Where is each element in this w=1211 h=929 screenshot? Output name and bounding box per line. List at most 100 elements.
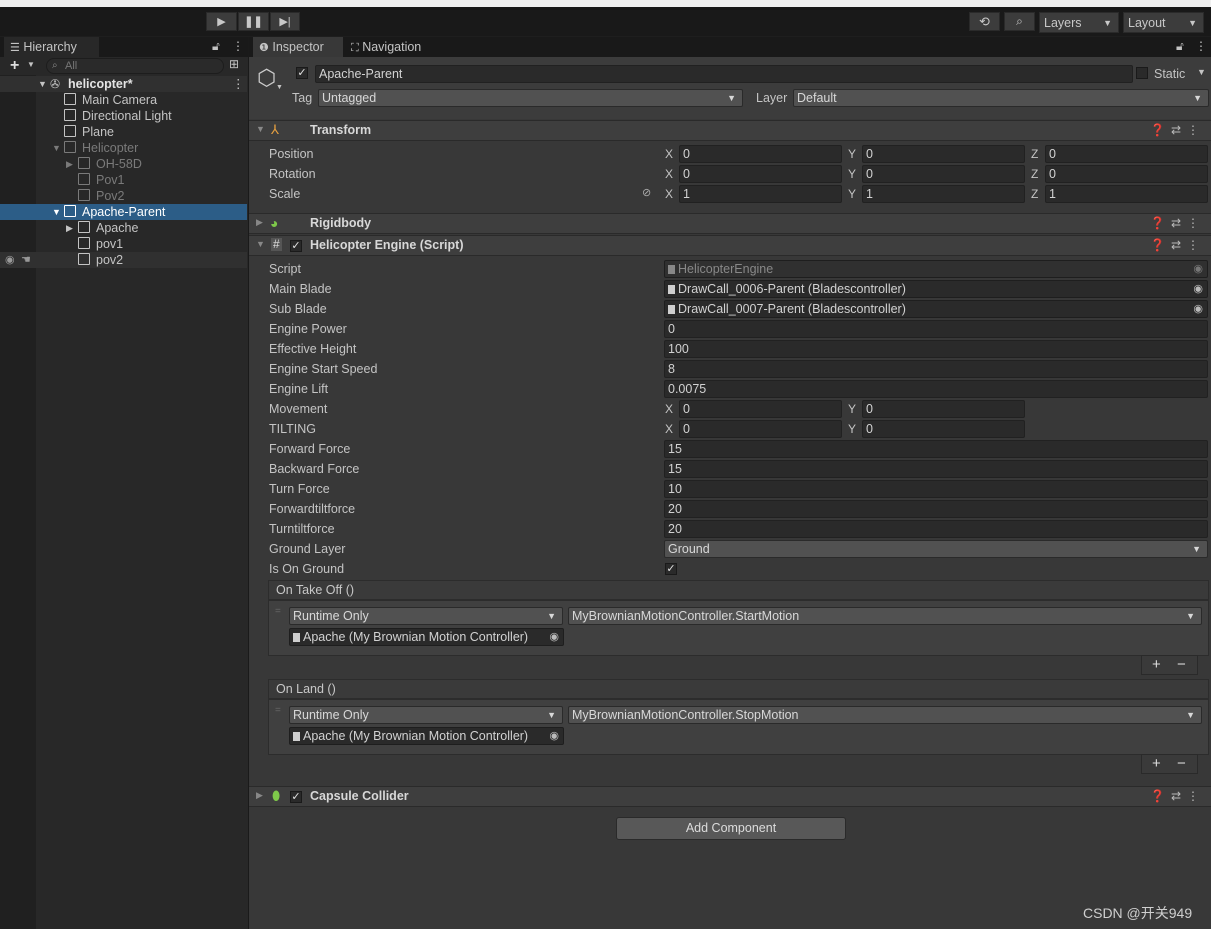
chevron-down-icon[interactable]: ▼ — [276, 84, 283, 91]
scale-x-field[interactable]: 1 — [679, 185, 842, 203]
runtime-mode-dropdown[interactable]: Runtime Only ▼ — [289, 706, 563, 724]
chevron-down-icon[interactable]: ▼ — [52, 204, 61, 220]
chevron-down-icon[interactable]: ▼ — [1197, 67, 1206, 77]
engine-start-speed-field[interactable]: 8 — [664, 360, 1208, 378]
tilting-x-field[interactable]: 0 — [679, 420, 842, 438]
rotation-y-field[interactable]: 0 — [862, 165, 1025, 183]
chevron-down-icon[interactable]: ▼ — [27, 60, 35, 69]
effective-height-field[interactable]: 100 — [664, 340, 1208, 358]
list-item[interactable]: Main Camera — [0, 92, 247, 108]
add-icon[interactable]: + — [1152, 656, 1161, 674]
layout-dropdown[interactable]: Layout ▼ — [1123, 12, 1204, 33]
runtime-mode-dropdown[interactable]: Runtime Only ▼ — [289, 607, 563, 625]
component-header-icons[interactable]: ❓⇄⋮ — [1150, 789, 1205, 803]
drag-handle-icon[interactable]: = — [275, 705, 281, 716]
list-item[interactable]: Pov2 — [0, 188, 247, 204]
remove-icon[interactable]: − — [1177, 656, 1186, 674]
list-item[interactable]: Directional Light — [0, 108, 247, 124]
static-checkbox[interactable] — [1136, 67, 1148, 79]
turntiltforce-field[interactable]: 20 — [664, 520, 1208, 538]
remove-icon[interactable]: − — [1177, 755, 1186, 773]
transform-header[interactable]: ▼ ⅄ Transform ❓⇄⋮ — [249, 120, 1211, 141]
engine-power-field[interactable]: 0 — [664, 320, 1208, 338]
rotation-z-field[interactable]: 0 — [1045, 165, 1208, 183]
enabled-checkbox[interactable]: ✓ — [290, 791, 302, 803]
scene-row[interactable]: ▼ ✇ helicopter* ⋮ — [0, 76, 247, 92]
object-picker-icon[interactable]: ◉ — [1193, 281, 1203, 297]
eye-hidden-icon[interactable]: ◉ — [5, 252, 15, 268]
component-header-icons[interactable]: ❓⇄⋮ — [1150, 123, 1205, 137]
tilting-y-field[interactable]: 0 — [862, 420, 1025, 438]
drag-handle-icon[interactable]: = — [275, 606, 281, 617]
history-button[interactable]: ⟲ — [969, 12, 1000, 31]
layers-dropdown[interactable]: Layers ▼ — [1039, 12, 1119, 33]
list-item[interactable]: ▶ OH-58D — [0, 156, 247, 172]
chevron-right-icon[interactable]: ▶ — [66, 220, 73, 236]
lock-icon[interactable]: 🔓︎ — [1176, 39, 1184, 54]
layer-dropdown[interactable]: Default ▼ — [793, 89, 1209, 107]
forwardtiltforce-field[interactable]: 20 — [664, 500, 1208, 518]
target-object-field[interactable]: Apache (My Brownian Motion Controller) ◉ — [289, 628, 564, 646]
constrain-proportions-icon[interactable]: ⊘ — [642, 186, 651, 199]
capsule-collider-header[interactable]: ▶ ⬮ ✓ Capsule Collider ❓⇄⋮ — [249, 786, 1211, 807]
list-item[interactable]: pov1 — [0, 236, 247, 252]
engine-lift-field[interactable]: 0.0075 — [664, 380, 1208, 398]
list-item[interactable]: ▼ Apache-Parent — [0, 204, 247, 220]
object-picker-icon[interactable]: ◉ — [1193, 301, 1203, 317]
list-item[interactable]: Pov1 — [0, 172, 247, 188]
list-item[interactable]: ◉ ☚ pov2 — [0, 252, 247, 268]
scale-y-field[interactable]: 1 — [862, 185, 1025, 203]
component-header-icons[interactable]: ❓⇄⋮ — [1150, 238, 1205, 252]
list-item[interactable]: Plane — [0, 124, 247, 140]
lock-icon[interactable]: 🔓︎ — [212, 39, 220, 54]
list-item[interactable]: ▶ Apache — [0, 220, 247, 236]
object-name-field[interactable]: Apache-Parent — [315, 65, 1133, 83]
step-button[interactable]: ▶| — [270, 12, 300, 31]
ground-layer-dropdown[interactable]: Ground ▼ — [664, 540, 1208, 558]
tab-navigation[interactable]: ⛶ Navigation — [345, 37, 435, 57]
movement-x-field[interactable]: 0 — [679, 400, 842, 418]
more-menu-icon[interactable]: ⋮ — [232, 76, 245, 92]
object-picker-icon[interactable]: ◉ — [549, 728, 559, 744]
scale-z-field[interactable]: 1 — [1045, 185, 1208, 203]
enabled-checkbox[interactable]: ✓ — [290, 240, 302, 252]
is-on-ground-checkbox[interactable]: ✓ — [665, 563, 677, 575]
more-menu-icon[interactable]: ⋮ — [1195, 39, 1207, 53]
chevron-down-icon[interactable]: ▼ — [256, 124, 265, 134]
backward-force-field[interactable]: 15 — [664, 460, 1208, 478]
pickable-icon[interactable]: ☚ — [21, 252, 31, 268]
play-button[interactable]: ▶ — [206, 12, 237, 31]
pause-button[interactable]: ❚❚ — [238, 12, 269, 31]
rigidbody-header[interactable]: ▶ ◕ Rigidbody ❓⇄⋮ — [249, 213, 1211, 234]
target-object-field[interactable]: Apache (My Brownian Motion Controller) ◉ — [289, 727, 564, 745]
turn-force-field[interactable]: 10 — [664, 480, 1208, 498]
scene-visibility-icon[interactable]: ⊞ — [229, 57, 239, 71]
tag-dropdown[interactable]: Untagged ▼ — [318, 89, 743, 107]
main-blade-field[interactable]: DrawCall_0006-Parent (Bladescontroller) … — [664, 280, 1208, 298]
forward-force-field[interactable]: 15 — [664, 440, 1208, 458]
more-menu-icon[interactable]: ⋮ — [232, 39, 244, 53]
rotation-x-field[interactable]: 0 — [679, 165, 842, 183]
list-item[interactable]: ▼ Helicopter — [0, 140, 247, 156]
chevron-right-icon[interactable]: ▶ — [256, 790, 263, 801]
component-header-icons[interactable]: ❓⇄⋮ — [1150, 216, 1205, 230]
add-component-button[interactable]: Add Component — [616, 817, 846, 840]
add-icon[interactable]: + — [1152, 755, 1161, 773]
function-dropdown[interactable]: MyBrownianMotionController.StopMotion ▼ — [568, 706, 1202, 724]
function-dropdown[interactable]: MyBrownianMotionController.StartMotion ▼ — [568, 607, 1202, 625]
search-button[interactable]: ⌕ — [1004, 12, 1035, 31]
position-y-field[interactable]: 0 — [862, 145, 1025, 163]
active-checkbox[interactable]: ✓ — [296, 67, 308, 79]
chevron-down-icon[interactable]: ▼ — [256, 239, 265, 249]
sub-blade-field[interactable]: DrawCall_0007-Parent (Bladescontroller) … — [664, 300, 1208, 318]
add-icon[interactable]: + — [10, 57, 19, 75]
chevron-right-icon[interactable]: ▶ — [256, 217, 263, 228]
chevron-down-icon[interactable]: ▼ — [52, 140, 61, 156]
engine-script-header[interactable]: ▼ # ✓ Helicopter Engine (Script) ❓⇄⋮ — [249, 235, 1211, 256]
position-x-field[interactable]: 0 — [679, 145, 842, 163]
movement-y-field[interactable]: 0 — [862, 400, 1025, 418]
chevron-down-icon[interactable]: ▼ — [38, 76, 47, 92]
tab-inspector[interactable]: ❶ Inspector — [253, 37, 343, 57]
tab-hierarchy[interactable]: ☰ Hierarchy — [4, 37, 99, 57]
position-z-field[interactable]: 0 — [1045, 145, 1208, 163]
